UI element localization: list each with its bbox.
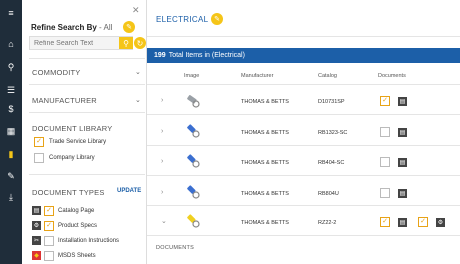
spec-checkbox[interactable]: ✓ bbox=[418, 217, 428, 227]
chevron-down-icon[interactable]: ⌄ bbox=[135, 96, 141, 104]
catalog-cell[interactable]: RB404-SC bbox=[318, 160, 344, 166]
catalog-page-checkbox[interactable]: ✓ bbox=[44, 206, 54, 216]
manufacturer-cell: THOMAS & BETTS bbox=[241, 160, 289, 166]
installation-instructions-checkbox[interactable] bbox=[44, 236, 54, 246]
wrench-icon[interactable]: ✎ bbox=[0, 169, 22, 183]
document-library-heading: DOCUMENT LIBRARY bbox=[32, 124, 113, 133]
checkbox-label: MSDS Sheets bbox=[58, 253, 96, 259]
document-icon[interactable]: ▤ bbox=[398, 97, 407, 106]
refresh-icon: ↻ bbox=[136, 38, 144, 48]
column-header-catalog[interactable]: Catalog bbox=[318, 73, 337, 79]
divider bbox=[29, 58, 145, 59]
gear-icon: ⚙ bbox=[32, 221, 41, 230]
manufacturer-cell: THOMAS & BETTS bbox=[241, 191, 289, 197]
panel-title: Refine Search By - All bbox=[31, 23, 112, 32]
edit-icon[interactable]: ✎ bbox=[211, 13, 223, 25]
page-title: ELECTRICAL bbox=[156, 15, 209, 24]
edit-icon[interactable]: ✎ bbox=[123, 21, 135, 33]
divider bbox=[29, 84, 145, 85]
column-header-image[interactable]: Image bbox=[184, 73, 199, 79]
results-area: ELECTRICAL ✎ 199 Total Items in (Electri… bbox=[147, 0, 460, 264]
results-count-bar: 199 Total Items in (Electrical) bbox=[147, 48, 460, 63]
manufacturer-cell: THOMAS & BETTS bbox=[241, 220, 289, 226]
reset-button[interactable]: ↻ bbox=[134, 37, 146, 49]
catalog-cell[interactable]: RB804U bbox=[318, 191, 339, 197]
checkbox-label: Product Specs bbox=[58, 223, 98, 229]
home-icon[interactable]: ⌂ bbox=[0, 37, 22, 51]
document-checkbox[interactable] bbox=[380, 188, 390, 198]
tools-icon: ✂ bbox=[32, 236, 41, 245]
document-icon: ▤ bbox=[32, 206, 41, 215]
divider bbox=[147, 175, 460, 176]
checkbox-label: Catalog Page bbox=[58, 208, 95, 214]
document-types-heading: DOCUMENT TYPES bbox=[32, 188, 105, 197]
nav-rail: ≡ ⌂ ⚲ ☰ $ ▦ ▮ ✎ ⤓ bbox=[0, 0, 22, 264]
checkbox-label: Installation Instructions bbox=[58, 238, 120, 244]
commodity-filter[interactable]: COMMODITY bbox=[32, 68, 80, 77]
dollar-icon[interactable]: $ bbox=[0, 102, 22, 116]
divider bbox=[29, 112, 145, 113]
checkbox-label: Trade Service Library bbox=[49, 139, 107, 145]
chevron-right-icon[interactable]: › bbox=[161, 189, 163, 196]
refine-search-input[interactable] bbox=[30, 37, 116, 49]
chevron-down-icon[interactable]: ⌄ bbox=[161, 217, 167, 225]
chevron-down-icon[interactable]: ⌄ bbox=[135, 68, 141, 76]
results-count: 199 bbox=[154, 52, 166, 59]
product-thumbnail bbox=[187, 214, 200, 228]
divider bbox=[147, 36, 460, 37]
book-icon[interactable]: ▮ bbox=[0, 147, 22, 161]
results-count-label: Total Items in (Electrical) bbox=[168, 52, 245, 59]
checkbox-label: Company Library bbox=[49, 155, 95, 161]
product-thumbnail bbox=[187, 154, 200, 168]
refine-panel: ✕ Refine Search By - All ✎ ⚲ ↻ COMMODITY… bbox=[22, 0, 147, 264]
panel-title-sub: - All bbox=[99, 23, 113, 32]
diamond-icon: ◆ bbox=[32, 251, 41, 260]
gear-icon[interactable]: ⚙ bbox=[436, 218, 445, 227]
refine-search-box: ⚲ bbox=[29, 36, 133, 50]
divider bbox=[147, 114, 460, 115]
divider bbox=[147, 84, 460, 85]
divider bbox=[147, 235, 460, 236]
product-thumbnail bbox=[187, 185, 200, 199]
product-specs-checkbox[interactable]: ✓ bbox=[44, 221, 54, 231]
msds-sheets-checkbox[interactable] bbox=[44, 251, 54, 261]
document-checkbox[interactable]: ✓ bbox=[380, 217, 390, 227]
document-icon[interactable]: ▤ bbox=[398, 189, 407, 198]
column-header-documents[interactable]: Documents bbox=[378, 73, 406, 79]
calculator-icon[interactable]: ▦ bbox=[0, 124, 22, 138]
chevron-right-icon[interactable]: › bbox=[161, 158, 163, 165]
download-icon[interactable]: ⤓ bbox=[0, 190, 22, 204]
chevron-right-icon[interactable]: › bbox=[161, 128, 163, 135]
trade-service-library-checkbox[interactable]: ✓ bbox=[34, 137, 44, 147]
product-thumbnail bbox=[187, 124, 200, 138]
product-thumbnail bbox=[187, 95, 200, 108]
catalog-cell[interactable]: D10731SP bbox=[318, 99, 345, 105]
search-icon[interactable]: ⚲ bbox=[0, 60, 22, 74]
document-icon[interactable]: ▤ bbox=[398, 158, 407, 167]
document-checkbox[interactable] bbox=[380, 157, 390, 167]
panel-title-text: Refine Search By bbox=[31, 23, 97, 32]
manufacturer-cell: THOMAS & BETTS bbox=[241, 99, 289, 105]
search-button[interactable]: ⚲ bbox=[119, 37, 133, 49]
close-icon[interactable]: ✕ bbox=[132, 5, 140, 16]
catalog-cell[interactable]: RB1323-SC bbox=[318, 130, 347, 136]
column-header-manufacturer[interactable]: Manufacturer bbox=[241, 73, 273, 79]
catalog-cell[interactable]: RZ22-2 bbox=[318, 220, 336, 226]
chevron-right-icon[interactable]: › bbox=[161, 97, 163, 104]
document-checkbox[interactable]: ✓ bbox=[380, 96, 390, 106]
menu-icon[interactable]: ≡ bbox=[0, 6, 22, 20]
manufacturer-cell: THOMAS & BETTS bbox=[241, 130, 289, 136]
list-icon[interactable]: ☰ bbox=[0, 83, 22, 97]
update-button[interactable]: UPDATE bbox=[117, 188, 141, 194]
divider bbox=[147, 145, 460, 146]
search-icon: ⚲ bbox=[123, 38, 129, 48]
documents-section-label: DOCUMENTS bbox=[156, 245, 195, 251]
manufacturer-filter[interactable]: MANUFACTURER bbox=[32, 96, 97, 105]
document-icon[interactable]: ▤ bbox=[398, 218, 407, 227]
company-library-checkbox[interactable] bbox=[34, 153, 44, 163]
document-icon[interactable]: ▤ bbox=[398, 128, 407, 137]
document-checkbox[interactable] bbox=[380, 127, 390, 137]
divider bbox=[29, 174, 145, 175]
divider bbox=[147, 205, 460, 206]
